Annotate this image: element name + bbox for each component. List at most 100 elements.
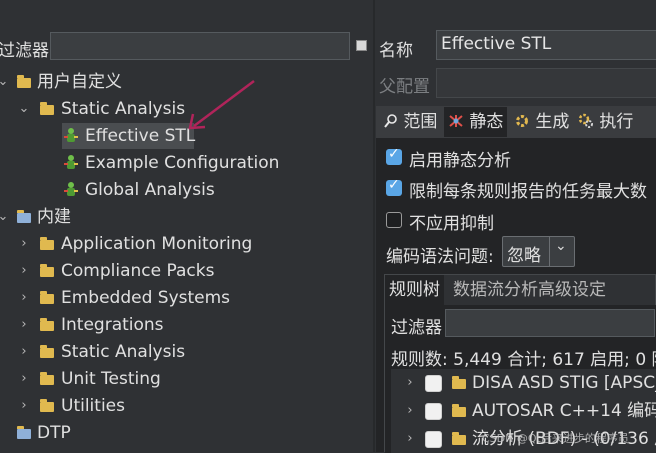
chevron-right-icon[interactable]: › bbox=[17, 366, 31, 392]
chevron-down-icon[interactable]: ⌄ bbox=[17, 96, 31, 122]
folder-icon bbox=[452, 432, 466, 445]
tab-scope[interactable]: 范围 bbox=[384, 109, 437, 135]
folder-icon bbox=[452, 376, 466, 389]
tree-item-example-configuration[interactable]: Example Configuration bbox=[62, 150, 322, 176]
watermark-text: CSDN @Qt后来进步的程序员 bbox=[482, 432, 629, 445]
tree-item-compliance-packs[interactable]: › Compliance Packs bbox=[0, 258, 360, 284]
checkbox-checked[interactable] bbox=[386, 146, 402, 165]
execute-icon bbox=[578, 113, 593, 128]
folder-icon bbox=[40, 237, 54, 250]
tree-item-dtp[interactable]: DTP bbox=[0, 420, 360, 446]
tab-label: 生成 bbox=[535, 112, 570, 132]
left-panel: 过滤器 ⌄ 用户自定义 ⌄ Static Analysis Effective … bbox=[0, 0, 370, 452]
tree-item-label: DTP bbox=[37, 423, 71, 443]
static-tab-content: 启用静态分析 限制每条规则报告的任务最大数 不应用抑制 编码语法问题: 忽略 ⌄… bbox=[376, 138, 656, 453]
tab-execute[interactable]: 执行 bbox=[578, 109, 633, 135]
rule-label: DISA ASD STIG [APSC_ bbox=[472, 373, 656, 393]
folder-icon bbox=[40, 345, 54, 358]
rule-checkbox[interactable] bbox=[425, 403, 442, 420]
tree-item-static-analysis-builtin[interactable]: › Static Analysis bbox=[0, 339, 360, 365]
chevron-right-icon[interactable]: › bbox=[17, 258, 31, 284]
tree-item-label: Unit Testing bbox=[61, 369, 161, 389]
rule-count-text: 规则数: 5,449 合计; 617 启用; 0 阿 bbox=[391, 350, 656, 370]
tree-item-label: Integrations bbox=[61, 315, 164, 335]
folder-icon bbox=[40, 399, 54, 412]
folder-icon bbox=[40, 264, 54, 277]
tree-item-global-analysis[interactable]: Global Analysis bbox=[62, 177, 262, 203]
subtab-dataflow-settings[interactable]: 数据流分析高级设定 bbox=[453, 275, 606, 305]
tree-item-unit-testing[interactable]: › Unit Testing bbox=[0, 366, 360, 392]
filter-toggle-icon[interactable] bbox=[356, 40, 367, 51]
right-panel: 名称 Effective STL 父配置 范围 静态 生成 执行 启用静态分析 bbox=[376, 0, 656, 453]
annotation-arrow-icon bbox=[188, 80, 255, 130]
tree-item-integrations[interactable]: › Integrations bbox=[0, 312, 360, 338]
option-label: 启用静态分析 bbox=[409, 151, 511, 171]
syntax-issues-select[interactable]: 忽略 ⌄ bbox=[502, 236, 575, 267]
select-value: 忽略 bbox=[507, 246, 541, 266]
chevron-down-icon[interactable]: ⌄ bbox=[0, 69, 10, 95]
tree-item-label: Static Analysis bbox=[61, 99, 186, 119]
test-config-icon bbox=[64, 182, 78, 196]
tab-static[interactable]: 静态 bbox=[444, 107, 508, 137]
tree-item-embedded-systems[interactable]: › Embedded Systems bbox=[0, 285, 360, 311]
rules-filter-input[interactable] bbox=[445, 309, 655, 337]
chevron-down-icon[interactable]: ⌄ bbox=[0, 204, 10, 230]
select-divider bbox=[549, 237, 550, 266]
dtp-folder-icon bbox=[17, 426, 31, 439]
left-filter-input[interactable] bbox=[50, 32, 350, 60]
test-config-icon bbox=[64, 128, 78, 142]
tree-item-label: Utilities bbox=[61, 396, 125, 416]
tree-item-effective-stl[interactable]: Effective STL bbox=[62, 123, 196, 149]
parent-config-label: 父配置 bbox=[379, 77, 430, 97]
chevron-right-icon[interactable]: › bbox=[403, 425, 417, 453]
chevron-right-icon[interactable]: › bbox=[17, 339, 31, 365]
chevron-down-icon: ⌄ bbox=[555, 238, 567, 254]
option-label: 限制每条规则报告的任务最大数 bbox=[409, 182, 647, 202]
rule-label: AUTOSAR C++14 编码 bbox=[472, 401, 656, 421]
tree-item-label: Global Analysis bbox=[85, 180, 215, 200]
tab-label: 执行 bbox=[599, 112, 634, 132]
tree-item-label: 用户自定义 bbox=[37, 72, 122, 92]
chevron-right-icon[interactable]: › bbox=[17, 312, 31, 338]
tab-bar: 范围 静态 生成 执行 bbox=[376, 106, 656, 138]
filter-label: 过滤器 bbox=[0, 41, 49, 61]
tree-item-label: Compliance Packs bbox=[61, 261, 215, 281]
rule-checkbox[interactable] bbox=[425, 431, 442, 448]
tree-item-label: 内建 bbox=[37, 207, 71, 227]
tree-item-builtin[interactable]: ⌄ 内建 bbox=[0, 204, 360, 230]
checkbox-checked[interactable] bbox=[386, 177, 402, 196]
checkbox-unchecked[interactable] bbox=[386, 212, 402, 228]
syntax-issues-label: 编码语法问题: bbox=[386, 247, 494, 267]
generate-icon bbox=[516, 115, 528, 127]
parent-config-field bbox=[436, 68, 656, 98]
user-folder-icon bbox=[17, 75, 31, 88]
tree-item-label: Effective STL bbox=[85, 126, 196, 146]
option-label: 不应用抑制 bbox=[409, 214, 494, 234]
tree-item-label: Application Monitoring bbox=[61, 234, 253, 254]
folder-icon bbox=[40, 318, 54, 331]
tree-item-utilities[interactable]: › Utilities bbox=[0, 393, 360, 419]
chevron-right-icon[interactable]: › bbox=[17, 231, 31, 257]
folder-icon bbox=[40, 372, 54, 385]
chevron-right-icon[interactable]: › bbox=[403, 369, 417, 397]
folder-icon bbox=[40, 291, 54, 304]
chevron-right-icon[interactable]: › bbox=[403, 397, 417, 425]
name-field[interactable]: Effective STL bbox=[436, 30, 656, 60]
subtab-rule-tree[interactable]: 规则树 bbox=[385, 275, 444, 305]
rule-item[interactable]: › AUTOSAR C++14 编码 bbox=[391, 397, 656, 425]
subtab-label: 规则树 bbox=[389, 280, 440, 300]
builtin-folder-icon bbox=[17, 210, 31, 223]
tree-item-label: Static Analysis bbox=[61, 342, 186, 362]
subtab-label: 数据流分析高级设定 bbox=[453, 280, 606, 300]
test-config-icon bbox=[64, 155, 78, 169]
tree-item-application-monitoring[interactable]: › Application Monitoring bbox=[0, 231, 360, 257]
panel-divider[interactable] bbox=[373, 0, 375, 452]
rules-filter-label: 过滤器 bbox=[391, 318, 442, 338]
rule-item[interactable]: › DISA ASD STIG [APSC_ bbox=[391, 369, 656, 397]
chevron-right-icon[interactable]: › bbox=[17, 393, 31, 419]
tab-generate[interactable]: 生成 bbox=[514, 109, 569, 135]
rule-checkbox[interactable] bbox=[425, 375, 442, 392]
scope-icon bbox=[384, 114, 397, 128]
tree-item-label: Example Configuration bbox=[85, 153, 280, 173]
chevron-right-icon[interactable]: › bbox=[17, 285, 31, 311]
